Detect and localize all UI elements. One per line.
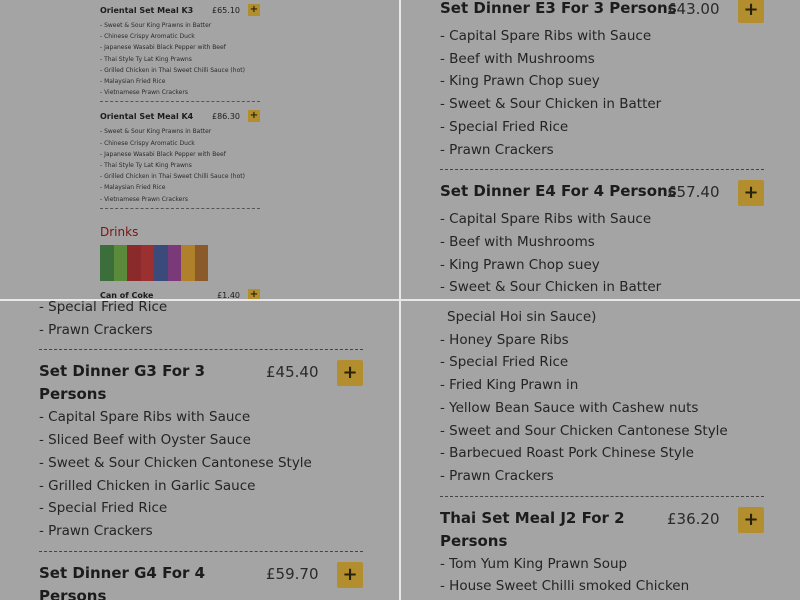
add-button[interactable]: + (738, 506, 764, 533)
list-item: - Special Fried Rice (440, 354, 569, 371)
menu-item-set-dinner-e4: Set Dinner E4 For 4 Persons £57.40 + - C… (440, 180, 764, 299)
divider (39, 349, 363, 351)
list-item: - King Prawn Chop suey (440, 256, 600, 273)
list-item: - Sweet & Sour Chicken in Batter (440, 279, 662, 296)
list-item: - House Sweet Chilli smoked Chicken (440, 578, 690, 595)
item-price: £65.10 (212, 6, 240, 15)
list-item: - Vietnamese Prawn Crackers (100, 195, 188, 203)
list-item: - Chinese Crispy Aromatic Duck (100, 33, 195, 41)
list-item: - Sweet & Sour Chicken Cantonese Style (39, 454, 312, 471)
list-item: - Tom Yum King Prawn Soup (440, 555, 628, 572)
divider (39, 550, 363, 552)
list-item: - Malaysian Fried Rice (100, 184, 166, 192)
add-button[interactable]: + (248, 110, 260, 123)
item-description: - Sweet & Sour King Prawns in Batter - C… (100, 20, 260, 98)
menu-item-set-dinner-e3: Set Dinner E3 For 3 Persons £43.00 + - C… (440, 0, 764, 161)
item-title-line-2: Persons (440, 531, 508, 550)
item-description: - Capital Spare Ribs with Sauce - Beef w… (440, 208, 764, 299)
quadrant-top-left: Oriental Set Meal K3 £65.10 + - Sweet & … (0, 0, 399, 299)
add-button[interactable]: + (738, 180, 764, 207)
list-item: - Grilled Chicken in Thai Sweet Chilli S… (100, 173, 245, 181)
list-item: - Grilled Chicken in Thai Sweet Chilli S… (100, 66, 245, 74)
item-title-line-2: Persons (39, 385, 107, 404)
quadrant-bottom-left: - Special Fried Rice - Prawn Crackers Se… (0, 301, 399, 600)
add-button[interactable]: + (248, 288, 260, 299)
list-item: - Vietnamese Prawn Crackers (100, 89, 188, 97)
menu-item-oriental-k4: Oriental Set Meal K4 £86.30 + (100, 110, 260, 124)
divider (100, 101, 260, 103)
list-item: - Japanese Wasabi Black Pepper with Beef (100, 44, 226, 52)
quadrant-top-right: Set Dinner E3 For 3 Persons £43.00 + - C… (401, 0, 800, 299)
list-item: - Prawn Crackers (440, 141, 554, 158)
item-price: £36.20 (667, 509, 720, 528)
list-item: - Beef with Mushrooms (440, 233, 595, 250)
item-price: £1.40 (217, 290, 240, 299)
list-item: - King Prawn Chop suey (440, 73, 600, 90)
item-description: - Special Fried Rice - Prawn Crackers (39, 301, 363, 341)
drinks-heading: Drinks (100, 224, 139, 239)
list-item: - Sweet and Sour Chicken Cantonese Style (440, 422, 728, 439)
item-title: Oriental Set Meal K4 (100, 112, 194, 122)
list-item: - Malaysian Fried Rice (100, 78, 166, 86)
list-item: - Japanese Wasabi Black Pepper with Beef (100, 150, 226, 158)
list-item: - Barbecued Roast Pork Chinese Style (440, 445, 694, 462)
list-item: - Capital Spare Ribs with Sauce (39, 409, 251, 426)
list-item: - Prawn Crackers (39, 522, 153, 539)
small-menu: Oriental Set Meal K3 £65.10 + - Sweet & … (100, 4, 260, 299)
menu-item-thai-set-j2: Thai Set Meal J2 For 2 Persons £36.20 + … (440, 506, 764, 598)
list-item: - Thai Style Ty Lat King Prawns (100, 55, 192, 63)
item-title: Oriental Set Meal K3 (100, 6, 194, 15)
item-description: - Sweet & Sour King Prawns in Batter - C… (100, 126, 260, 204)
item-description: Special Hoi sin Sauce) - Honey Spare Rib… (440, 306, 764, 488)
menu-item-set-dinner-g3: Set Dinner G3 For 3 Persons £45.40 + - C… (39, 360, 363, 542)
menu-list: Set Dinner E3 For 3 Persons £43.00 + - C… (440, 0, 764, 299)
add-button[interactable]: + (337, 561, 363, 588)
menu-item-coke: Can of Coke £1.40 + (100, 288, 260, 299)
divider (100, 207, 260, 209)
list-item: - Sweet & Sour King Prawns in Batter (100, 128, 212, 136)
list-item: - Sliced Beef with Oyster Sauce (39, 432, 251, 449)
item-description: - Tom Yum King Prawn Soup - House Sweet … (440, 553, 764, 598)
list-item: Special Hoi sin Sauce) (447, 309, 597, 325)
add-button[interactable]: + (248, 4, 260, 16)
list-item: - Yellow Bean Sauce with Cashew nuts (440, 399, 699, 416)
menu-item-set-dinner-g4: Set Dinner G4 For 4 Persons £59.70 + (39, 561, 363, 600)
list-item: - Thai Style Ty Lat King Prawns (100, 162, 192, 170)
item-title: Can of Coke (100, 290, 154, 299)
drinks-image (100, 244, 208, 281)
list-item: - Prawn Crackers (440, 467, 554, 484)
item-price: £45.40 (266, 363, 319, 382)
list-item: - Honey Spare Ribs (440, 331, 569, 348)
list-item: - Chinese Crispy Aromatic Duck (100, 139, 195, 147)
item-description: - Capital Spare Ribs with Sauce - Beef w… (440, 25, 764, 161)
list-item: - Sweet & Sour King Prawns in Batter (100, 22, 212, 29)
list-item: - Grilled Chicken in Garlic Sauce (39, 477, 256, 494)
menu-item-oriental-k3: Oriental Set Meal K3 £65.10 + (100, 4, 260, 18)
add-button[interactable]: + (738, 0, 764, 23)
item-price: £59.70 (266, 564, 319, 583)
menu-list: - Special Fried Rice - Prawn Crackers Se… (39, 301, 363, 600)
item-price: £43.00 (667, 0, 720, 18)
quadrant-bottom-right: Special Hoi sin Sauce) - Honey Spare Rib… (401, 301, 800, 600)
divider (440, 169, 764, 171)
list-item: - Sweet & Sour Chicken in Batter (440, 96, 662, 113)
item-price: £86.30 (212, 112, 240, 122)
item-description: - Capital Spare Ribs with Sauce - Sliced… (39, 406, 363, 542)
list-item: - Capital Spare Ribs with Sauce (440, 28, 652, 44)
item-title-line-2: Persons (39, 586, 107, 600)
menu-list: Special Hoi sin Sauce) - Honey Spare Rib… (440, 306, 764, 598)
list-item: - Special Fried Rice (39, 500, 168, 517)
list-item: - Special Fried Rice (39, 301, 168, 315)
divider (440, 495, 764, 497)
list-item: - Special Fried Rice (440, 118, 569, 135)
list-item: - Beef with Mushrooms (440, 50, 595, 67)
list-item: - Fried King Prawn in (440, 377, 579, 394)
list-item: - Prawn Crackers (39, 321, 153, 338)
add-button[interactable]: + (337, 360, 363, 387)
item-price: £57.40 (667, 183, 720, 202)
list-item: - Capital Spare Ribs with Sauce (440, 211, 652, 228)
